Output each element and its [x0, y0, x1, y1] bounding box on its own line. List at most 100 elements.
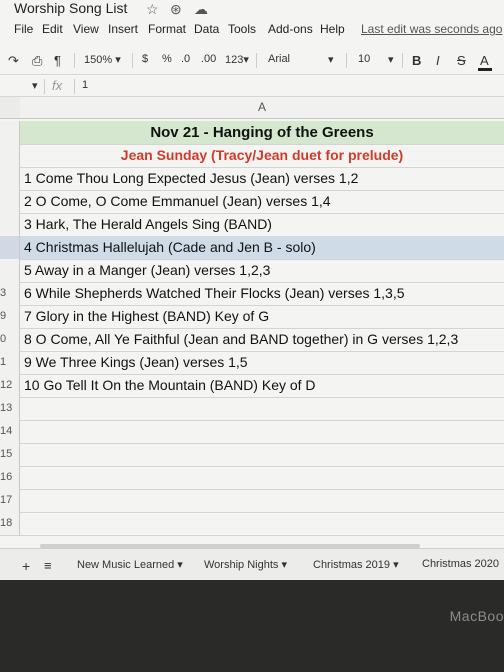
- cell-text: 7 Glory in the Highest (BAND) Key of G: [24, 308, 270, 324]
- increase-decimal-button[interactable]: .00: [201, 53, 216, 65]
- cell-a[interactable]: [20, 512, 504, 535]
- menu-insert[interactable]: Insert: [108, 22, 138, 36]
- cell-text: 1 Come Thou Long Expected Jesus (Jean) v…: [24, 170, 359, 186]
- more-formats-button[interactable]: 123▾: [225, 53, 249, 66]
- table-row: Jean Sunday (Tracy/Jean duet for prelude…: [0, 144, 504, 168]
- cell-a[interactable]: 2 O Come, O Come Emmanuel (Jean) verses …: [20, 190, 504, 213]
- font-family-select[interactable]: Arial ▾: [262, 51, 340, 69]
- strikethrough-button[interactable]: S: [457, 53, 466, 68]
- row-header[interactable]: 17: [0, 489, 20, 512]
- chevron-down-icon[interactable]: ▾: [388, 53, 394, 66]
- spreadsheet-window: Worship Song List ☆ ⊛ ☁ File Edit View I…: [0, 0, 504, 580]
- font-family-value: Arial: [268, 53, 291, 65]
- cell-a[interactable]: [20, 420, 504, 443]
- table-row: 12 10 Go Tell It On the Mountain (BAND) K…: [0, 374, 504, 398]
- row-number: 0: [0, 333, 7, 345]
- cell-text: 10 Go Tell It On the Mountain (BAND) Key…: [24, 377, 316, 393]
- formula-input[interactable]: 1: [82, 79, 88, 91]
- chevron-down-icon: ▾: [393, 559, 399, 571]
- cell-a[interactable]: 4 Christmas Hallelujah (Cade and Jen B -…: [20, 236, 504, 259]
- sheet-tab-label: New Music Learned: [77, 559, 175, 571]
- menu-file[interactable]: File: [14, 22, 33, 36]
- row-header[interactable]: 12: [0, 374, 20, 397]
- cell-a[interactable]: [20, 443, 504, 466]
- document-title[interactable]: Worship Song List: [14, 0, 127, 16]
- currency-button[interactable]: $: [142, 53, 148, 65]
- redo-icon[interactable]: ↷: [8, 53, 19, 69]
- menu-addons[interactable]: Add-ons: [268, 22, 313, 36]
- formula-bar: ▾ fx 1: [0, 76, 504, 97]
- column-header-label: A: [258, 100, 267, 114]
- menu-format[interactable]: Format: [148, 22, 186, 36]
- print-icon[interactable]: ⎙: [32, 53, 42, 69]
- row-header[interactable]: 13: [0, 397, 20, 420]
- row-header[interactable]: 1: [0, 351, 20, 374]
- row-header[interactable]: [0, 259, 20, 282]
- cell-a[interactable]: 10 Go Tell It On the Mountain (BAND) Key…: [20, 374, 504, 397]
- font-size-select[interactable]: 10: [358, 53, 370, 65]
- sheet-tab-worship-nights[interactable]: Worship Nights ▾: [204, 558, 287, 571]
- cell-a[interactable]: 6 While Shepherds Watched Their Flocks (…: [20, 282, 504, 305]
- sheet-tab-label: Christmas 2019: [313, 559, 391, 571]
- row-header[interactable]: [0, 213, 20, 236]
- chevron-down-icon: ▾: [115, 54, 121, 66]
- cell-a[interactable]: 9 We Three Kings (Jean) verses 1,5: [20, 351, 504, 374]
- row-header[interactable]: 0: [0, 328, 20, 351]
- table-row: 13: [0, 397, 504, 421]
- table-row: 5 Away in a Manger (Jean) verses 1,2,3: [0, 259, 504, 283]
- table-row: 17: [0, 489, 504, 513]
- star-icon[interactable]: ☆: [146, 1, 159, 18]
- row-header[interactable]: [0, 190, 20, 213]
- cell-a[interactable]: 3 Hark, The Herald Angels Sing (BAND): [20, 213, 504, 236]
- move-to-folder-icon[interactable]: ⊛: [170, 1, 182, 18]
- zoom-select[interactable]: 150% ▾: [84, 53, 121, 66]
- title-bar: Worship Song List ☆ ⊛ ☁: [0, 0, 504, 20]
- add-sheet-icon[interactable]: +: [22, 558, 30, 574]
- cell-a[interactable]: 1 Come Thou Long Expected Jesus (Jean) v…: [20, 167, 504, 190]
- sheet-tab-christmas-2020[interactable]: Christmas 2020: [422, 558, 499, 570]
- paint-format-icon[interactable]: ¶: [54, 53, 61, 68]
- last-edit-link[interactable]: Last edit was seconds ago: [361, 22, 502, 36]
- cell-a[interactable]: 8 O Come, All Ye Faithful (Jean and BAND…: [20, 328, 504, 351]
- toolbar-divider: [346, 53, 347, 68]
- bold-button[interactable]: B: [412, 53, 421, 68]
- text-color-button[interactable]: A: [480, 53, 489, 68]
- all-sheets-icon[interactable]: ≡: [44, 558, 52, 573]
- menu-view[interactable]: View: [73, 22, 99, 36]
- row-header[interactable]: 16: [0, 466, 20, 489]
- sheet-tab-christmas-2019[interactable]: Christmas 2019 ▾: [313, 558, 399, 571]
- row-header[interactable]: 9: [0, 305, 20, 328]
- menu-tools[interactable]: Tools: [228, 22, 256, 36]
- table-row: 3 Hark, The Herald Angels Sing (BAND): [0, 213, 504, 237]
- italic-button[interactable]: I: [436, 53, 440, 68]
- sheet-tab-new-music-learned[interactable]: New Music Learned ▾: [77, 558, 183, 571]
- menu-data[interactable]: Data: [194, 22, 219, 36]
- row-header[interactable]: [0, 144, 20, 167]
- table-row: 3 6 While Shepherds Watched Their Flocks …: [0, 282, 504, 306]
- menu-edit[interactable]: Edit: [42, 22, 63, 36]
- percent-button[interactable]: %: [162, 53, 172, 65]
- cell-a[interactable]: 7 Glory in the Highest (BAND) Key of G: [20, 305, 504, 328]
- chevron-down-icon[interactable]: ▾: [32, 79, 38, 92]
- cell-a[interactable]: Nov 21 - Hanging of the Greens: [20, 121, 504, 144]
- row-header[interactable]: [0, 167, 20, 190]
- more-formats-label: 123: [225, 54, 244, 66]
- row-header[interactable]: [0, 236, 20, 259]
- cell-a[interactable]: [20, 466, 504, 489]
- cell-a[interactable]: Jean Sunday (Tracy/Jean duet for prelude…: [20, 144, 504, 167]
- table-row: 14: [0, 420, 504, 444]
- menu-help[interactable]: Help: [320, 22, 345, 36]
- font-size-value: 10: [358, 53, 371, 65]
- row-header[interactable]: 18: [0, 512, 20, 535]
- row-header[interactable]: 15: [0, 443, 20, 466]
- cell-a[interactable]: [20, 397, 504, 420]
- row-header[interactable]: 3: [0, 282, 20, 305]
- cell-text: Jean Sunday (Tracy/Jean duet for prelude…: [120, 147, 404, 163]
- decrease-decimal-button[interactable]: .0: [181, 53, 190, 65]
- cell-a[interactable]: 5 Away in a Manger (Jean) verses 1,2,3: [20, 259, 504, 282]
- cloud-status-icon[interactable]: ☁: [194, 1, 208, 18]
- row-header[interactable]: [0, 121, 20, 144]
- column-header-a[interactable]: A: [20, 97, 504, 119]
- row-header[interactable]: 14: [0, 420, 20, 443]
- cell-a[interactable]: [20, 489, 504, 512]
